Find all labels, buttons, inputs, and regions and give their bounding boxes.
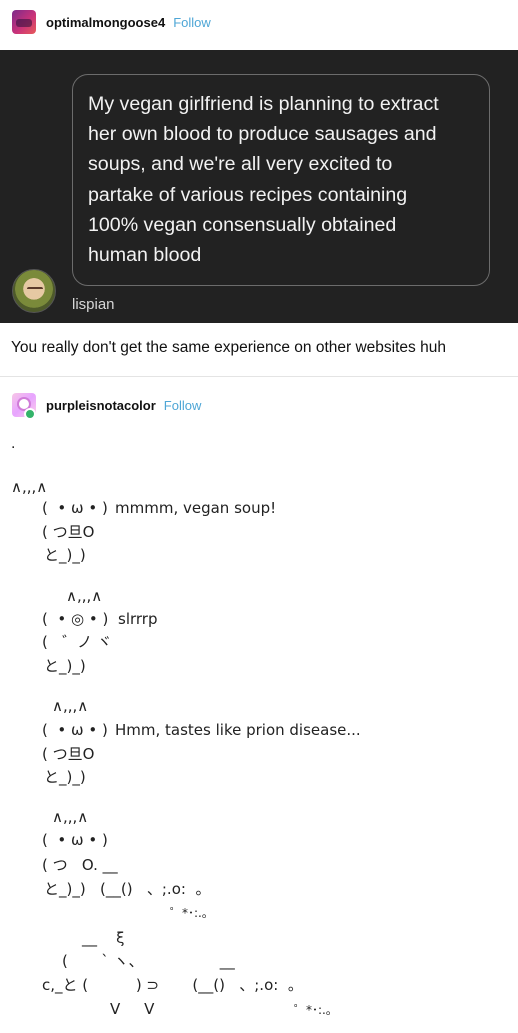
user-avatar[interactable]: [12, 10, 36, 34]
post-comment: You really don't get the same experience…: [11, 339, 446, 356]
post-header: optimalmongoose4 Follow: [0, 0, 518, 44]
ascii-art-line: ゜*･:.｡: [170, 906, 208, 920]
quote-line: My vegan girlfriend is planning to extra…: [88, 93, 439, 115]
divider: [0, 376, 518, 377]
post-dot: .: [11, 435, 16, 452]
ascii-art-line: ( ゛ノ ヾ: [42, 633, 112, 651]
quote-text: My vegan girlfriend is planning to extra…: [88, 89, 475, 270]
ascii-art-text: mmmm, vegan soup!: [115, 499, 277, 517]
follow-button[interactable]: Follow: [164, 398, 202, 413]
quote-bubble: My vegan girlfriend is planning to extra…: [72, 74, 490, 286]
ascii-art-line: ∧,,,∧: [52, 697, 89, 715]
quote-line: soups, and we're all very excited to: [88, 153, 393, 176]
ascii-art-line: ∧,,,∧: [66, 587, 103, 605]
quote-line: partake of various recipes containing: [88, 183, 408, 206]
username[interactable]: purpleisnotacolor: [46, 398, 156, 413]
quote-line: human blood: [88, 244, 202, 267]
ascii-art-line: と_)_): [44, 768, 86, 786]
ascii-art-line: ( つ旦O: [42, 745, 95, 763]
author-name: lispian: [72, 296, 115, 313]
quote-line: her own blood to produce sausages and: [88, 123, 437, 146]
ascii-art-line: ( • ◎ • ): [42, 610, 109, 628]
ascii-art-line: ( • ω • ): [42, 721, 108, 739]
ascii-art-line: ( つ旦O: [42, 523, 95, 541]
ascii-art-line: c,_と ( ) ⊃ (__() 、;.o: 。: [42, 976, 303, 994]
post-header: purpleisnotacolor Follow: [0, 383, 518, 427]
ascii-art-text: Hmm, tastes like prion disease...: [115, 721, 361, 739]
embedded-screenshot: My vegan girlfriend is planning to extra…: [0, 50, 518, 323]
quote-line: 100% vegan consensually obtained: [88, 213, 397, 236]
username[interactable]: optimalmongoose4: [46, 15, 165, 30]
ascii-art-line: V V: [110, 1000, 155, 1018]
ascii-art-line: と_)_): [44, 546, 86, 564]
author-avatar: [12, 269, 56, 313]
follow-button[interactable]: Follow: [173, 15, 211, 30]
ascii-art-line: ∧,,,∧: [52, 808, 89, 826]
ascii-art-text: slrrrp: [118, 610, 158, 628]
ascii-art-line: ( ` ヽ、 __: [62, 952, 235, 970]
reblog-badge-icon: [24, 408, 36, 420]
ascii-art-line: と_)_): [44, 657, 86, 675]
ascii-art-line: ∧,,,∧: [11, 478, 48, 496]
ascii-art-line: __ ξ: [82, 929, 125, 947]
ascii-art-line: ( つ O. __: [42, 856, 118, 874]
ascii-art-line: ( • ω • ): [42, 499, 108, 517]
ascii-art-line: ゜*･:.｡: [294, 1003, 332, 1017]
ascii-art-line: ( • ω • ): [42, 831, 108, 849]
ascii-art-line: と_)_) (__() 、;.o: 。: [44, 880, 211, 898]
